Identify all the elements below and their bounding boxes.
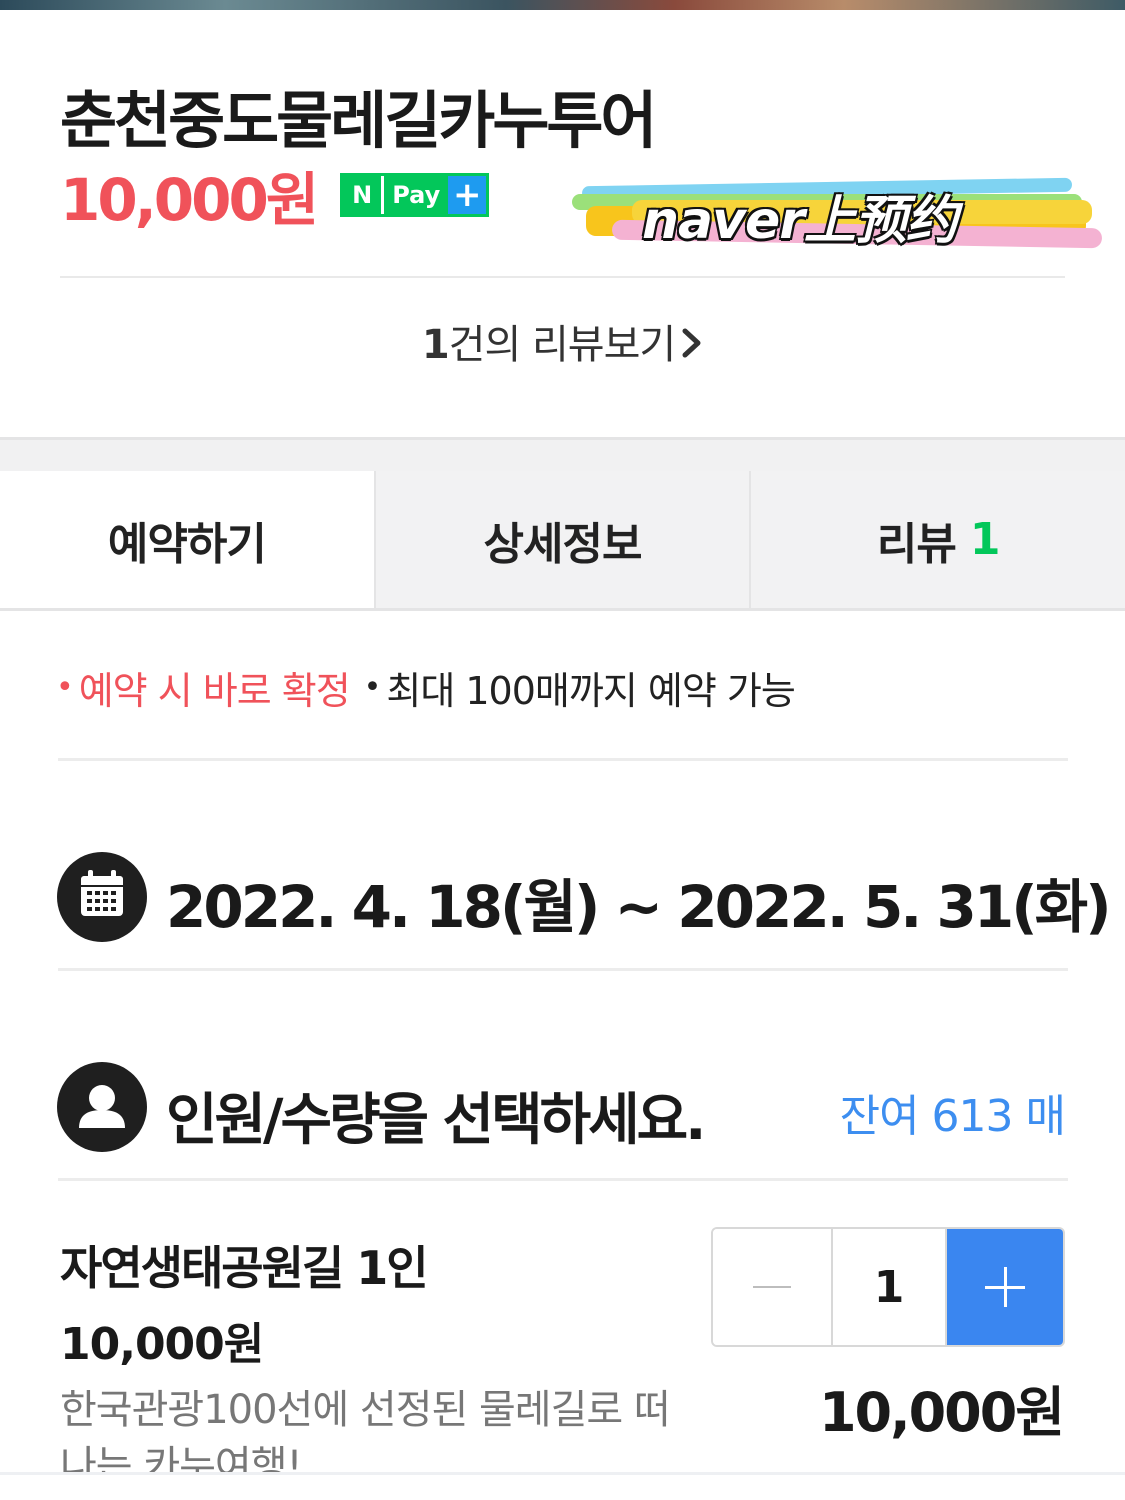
tab-booking[interactable]: 예약하기 [0,471,374,608]
minus-icon [753,1286,791,1288]
npay-pay-label: Pay [384,176,449,214]
option-total-price: 10,000원 [818,1381,1065,1444]
quantity-value[interactable]: 1 [831,1229,947,1345]
booking-date-range[interactable]: 2022. 4. 18(월) ~ 2022. 5. 31(화) [166,860,1112,944]
booking-notes: • 예약 시 바로 확정 • 최대 100매까지 예약 가능 [56,660,796,715]
npay-n-logo: N [343,176,382,214]
remaining-stock: 잔여 613 매 [839,1091,1066,1142]
chevron-right-icon [681,322,703,368]
review-link-label: 건의 리뷰보기 [448,322,677,368]
tab-booking-label: 예약하기 [107,518,267,570]
sticker-text: naver上预约 [642,191,958,251]
tab-bar: 예약하기 상세정보 리뷰 1 [0,471,1125,611]
option-name: 자연생태공원길 1인 [60,1241,429,1295]
tab-details-label: 상세정보 [483,518,643,570]
naver-booking-sticker: naver上预约 [572,177,1106,254]
divider [58,1178,1068,1181]
review-count-badge: 1 [969,514,1001,565]
tab-reviews[interactable]: 리뷰 1 [749,471,1125,608]
person-icon [57,1062,147,1152]
price-row: 10,000원 N Pay + [60,160,490,234]
tab-reviews-label: 리뷰 [876,518,957,570]
increase-button[interactable] [947,1229,1063,1345]
quantity-section-title: 인원/수량을 선택하세요. [166,1088,706,1153]
option-description: 한국관광100선에 선정된 물레길로 떠나는 카누여행! [60,1387,671,1472]
tab-details[interactable]: 상세정보 [373,471,750,608]
divider [58,968,1068,971]
bullet: • [363,670,382,705]
product-price: 10,000원 [60,166,319,234]
divider [58,758,1068,761]
divider [0,1472,1125,1475]
hero-image-strip [0,0,1125,10]
bullet: • [56,670,74,705]
section-separator [0,437,1125,471]
max-booking-note: 최대 100매까지 예약 가능 [386,669,795,713]
decrease-button[interactable] [713,1229,831,1345]
quantity-stepper: 1 [711,1227,1065,1347]
npay-plus-badge: N Pay + [340,173,490,217]
instant-confirm-note: 예약 시 바로 확정 [78,669,351,713]
calendar-icon [57,852,147,942]
npay-plus-icon: + [448,175,487,215]
product-title: 춘천중도물레길카누투어 [60,84,657,157]
option-price: 10,000원 [60,1319,264,1370]
review-link[interactable]: 1건의 리뷰보기 [0,312,1125,370]
review-count: 1 [421,322,450,368]
divider [60,276,1065,278]
